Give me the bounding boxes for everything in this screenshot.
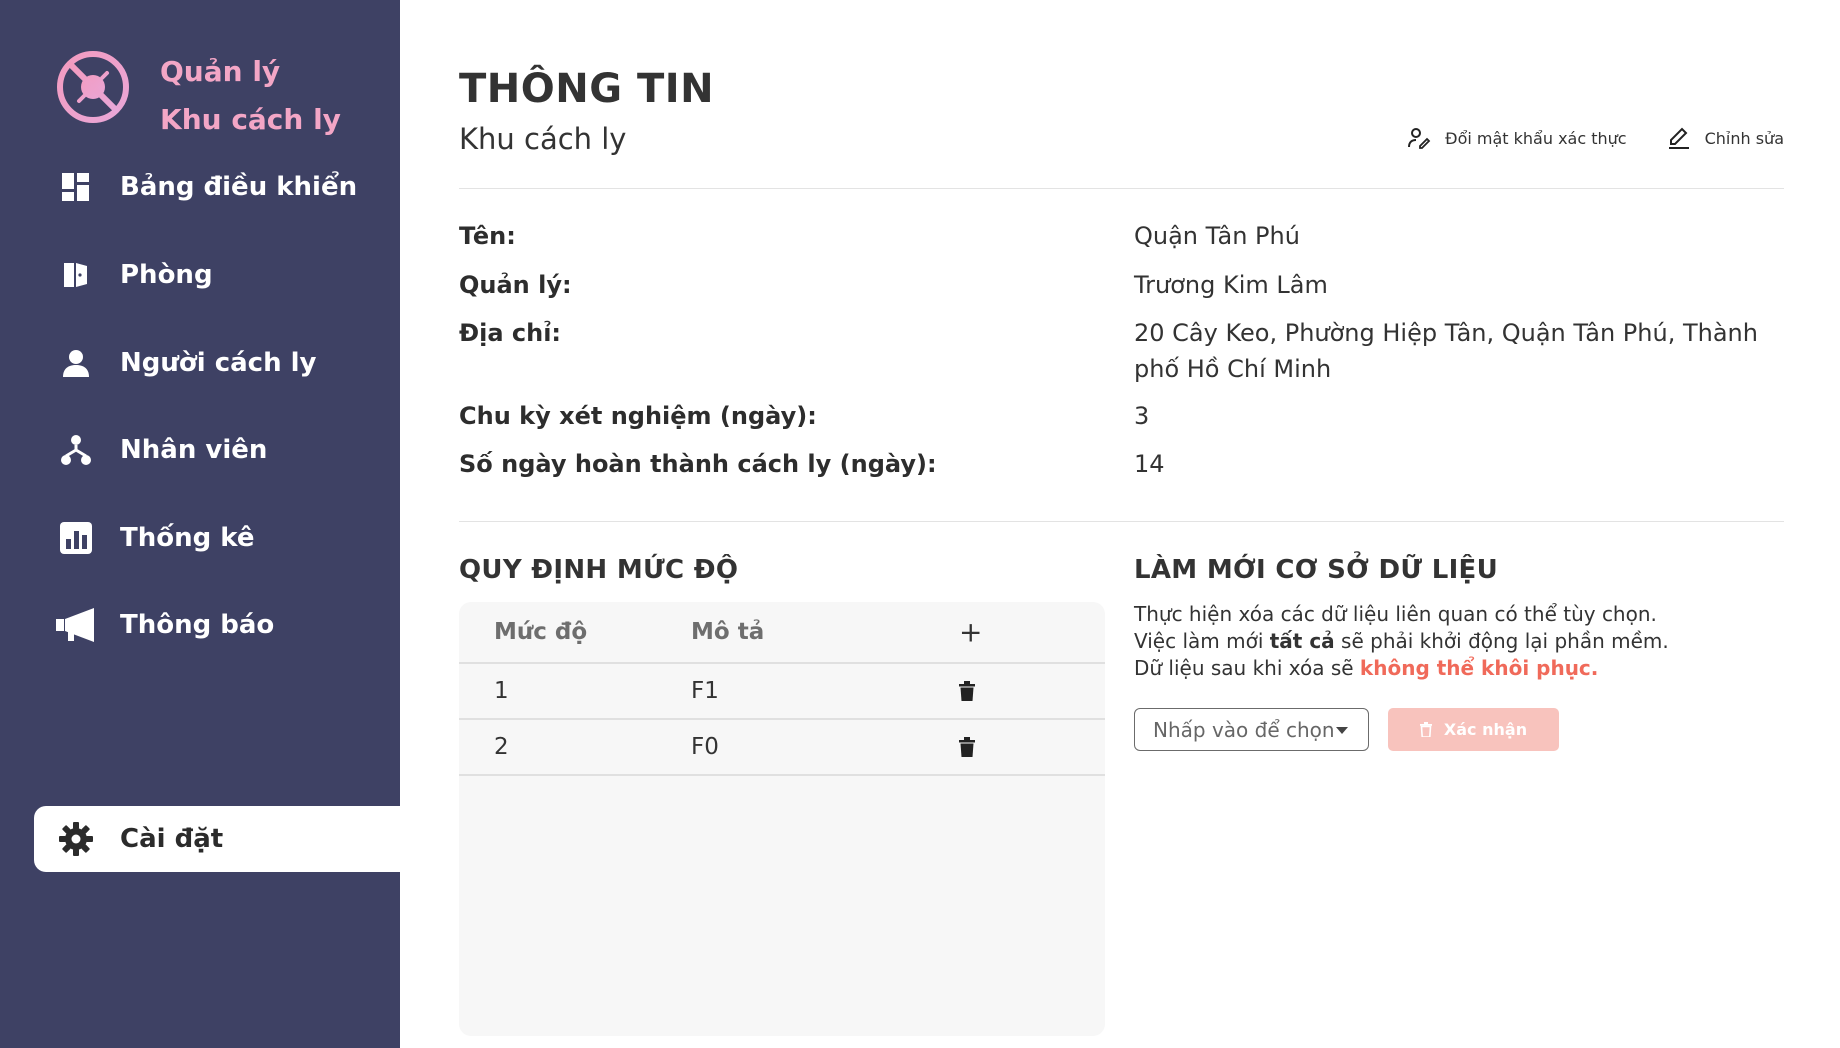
- sidebar: Quản lý Khu cách ly Bảng điều khiển Phòn…: [0, 0, 400, 1048]
- column-header-description: Mô tả: [691, 619, 765, 645]
- description-cell: F1: [691, 678, 719, 704]
- text: Dữ liệu sau khi xóa sẽ: [1134, 656, 1360, 680]
- confirm-button[interactable]: Xác nhận: [1388, 708, 1559, 751]
- sidebar-item-label: Người cách ly: [120, 348, 317, 378]
- info-label: Tên:: [459, 222, 516, 250]
- text: Việc làm mới: [1134, 629, 1270, 653]
- org-chart-icon: [56, 430, 96, 470]
- change-password-button[interactable]: Đổi mật khẩu xác thực: [1407, 126, 1627, 150]
- sidebar-item-notifications[interactable]: Thông báo: [34, 592, 400, 658]
- levels-table: Mức độ Mô tả + 1 F1 2 F0: [459, 602, 1105, 1036]
- trash-outline-icon: [1419, 722, 1432, 737]
- sidebar-item-quarantined[interactable]: Người cách ly: [34, 330, 400, 396]
- emphasis-text: tất cả: [1269, 629, 1335, 653]
- warning-text: không thể khôi phục.: [1359, 656, 1599, 680]
- refresh-line-3: Dữ liệu sau khi xóa sẽ không thể khôi ph…: [1134, 655, 1774, 682]
- brand: Quản lý Khu cách ly: [54, 48, 341, 136]
- info-value: Quận Tân Phú: [1134, 222, 1300, 250]
- bar-chart-icon: [56, 518, 96, 558]
- sidebar-item-label: Nhân viên: [120, 435, 268, 465]
- info-value: 3: [1134, 402, 1150, 430]
- megaphone-icon: [56, 605, 96, 645]
- sidebar-item-staff[interactable]: Nhân viên: [34, 417, 400, 483]
- info-label: Số ngày hoàn thành cách ly (ngày):: [459, 450, 937, 478]
- change-password-label: Đổi mật khẩu xác thực: [1445, 128, 1627, 148]
- person-icon: [56, 343, 96, 383]
- refresh-line-1: Thực hiện xóa các dữ liệu liên quan có t…: [1134, 602, 1657, 626]
- dashboard-icon: [56, 167, 96, 207]
- table-row: 1 F1: [459, 664, 1105, 720]
- delete-row-button[interactable]: [959, 681, 975, 701]
- sidebar-item-label: Phòng: [120, 260, 213, 290]
- delete-row-button[interactable]: [959, 737, 975, 757]
- pencil-icon: [1668, 127, 1689, 149]
- sidebar-item-rooms[interactable]: Phòng: [34, 242, 400, 308]
- refresh-description: Thực hiện xóa các dữ liệu liên quan có t…: [1134, 601, 1774, 682]
- confirm-label: Xác nhận: [1443, 720, 1528, 739]
- refresh-line-2: Việc làm mới tất cả sẽ phải khởi động lạ…: [1134, 628, 1774, 655]
- sidebar-item-settings[interactable]: Cài đặt: [34, 806, 400, 872]
- info-value: 20 Cây Keo, Phường Hiệp Tân, Quận Tân Ph…: [1134, 319, 1758, 383]
- info-value: Trương Kim Lâm: [1134, 271, 1328, 299]
- refresh-option-select[interactable]: Nhấp vào để chọn: [1134, 708, 1369, 751]
- level-cell: 1: [494, 678, 509, 704]
- levels-section-title: QUY ĐỊNH MỨC ĐỘ: [459, 555, 739, 585]
- chevron-down-icon: [1336, 727, 1348, 734]
- column-header-level: Mức độ: [494, 619, 588, 645]
- sidebar-item-dashboard[interactable]: Bảng điều khiển: [34, 154, 400, 220]
- info-label: Địa chỉ:: [459, 319, 562, 347]
- brand-line-1: Quản lý: [160, 55, 281, 88]
- level-cell: 2: [494, 734, 509, 760]
- table-header: Mức độ Mô tả +: [459, 602, 1105, 664]
- door-icon: [56, 255, 96, 295]
- sidebar-item-label: Thống kê: [120, 523, 255, 553]
- edit-button[interactable]: Chỉnh sửa: [1667, 126, 1784, 150]
- select-placeholder: Nhấp vào để chọn: [1153, 717, 1335, 742]
- sidebar-item-label: Cài đặt: [120, 824, 224, 854]
- sidebar-item-statistics[interactable]: Thống kê: [34, 505, 400, 571]
- sidebar-item-label: Bảng điều khiển: [120, 172, 358, 202]
- brand-title: Quản lý Khu cách ly: [160, 48, 380, 144]
- page-title: THÔNG TIN: [459, 66, 715, 112]
- text: sẽ phải khởi động lại phần mềm.: [1334, 629, 1669, 653]
- sidebar-item-label: Thông báo: [120, 610, 275, 640]
- page-subtitle: Khu cách ly: [459, 122, 627, 156]
- trash-icon: [959, 737, 975, 757]
- no-virus-icon: [57, 51, 129, 123]
- edit-label: Chỉnh sửa: [1704, 128, 1784, 148]
- info-label: Quản lý:: [459, 271, 572, 299]
- gear-icon: [56, 819, 96, 859]
- description-cell: F0: [691, 734, 719, 760]
- brand-line-2: Khu cách ly: [160, 103, 341, 136]
- divider: [459, 188, 1784, 189]
- header-actions: Đổi mật khẩu xác thực Chỉnh sửa: [1407, 126, 1784, 150]
- divider: [459, 521, 1784, 522]
- table-row: 2 F0: [459, 720, 1105, 776]
- info-label: Chu kỳ xét nghiệm (ngày):: [459, 402, 817, 430]
- refresh-section-title: LÀM MỚI CƠ SỞ DỮ LIỆU: [1134, 555, 1499, 585]
- add-level-button[interactable]: +: [959, 616, 982, 649]
- user-edit-icon: [1408, 128, 1431, 149]
- info-value: 14: [1134, 450, 1165, 478]
- trash-icon: [959, 681, 975, 701]
- main-content: THÔNG TIN Khu cách ly Đổi mật khẩu xác t…: [400, 0, 1840, 1048]
